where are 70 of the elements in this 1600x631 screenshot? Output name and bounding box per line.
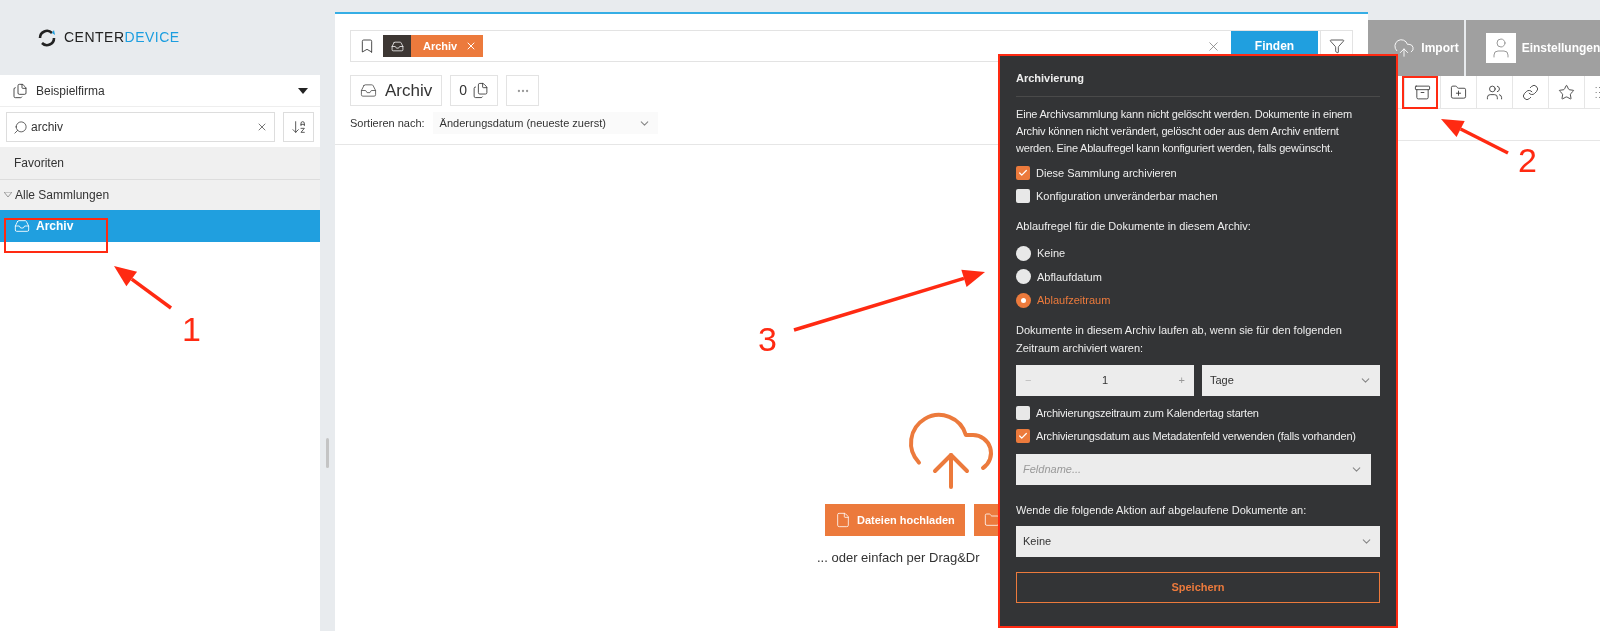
avatar xyxy=(1485,33,1516,63)
cloud-upload-icon xyxy=(1393,37,1416,59)
annotation-number: 3 xyxy=(758,322,777,356)
documents-icon xyxy=(12,82,28,99)
action-dropdown[interactable]: Keine xyxy=(1016,526,1380,557)
radio-button[interactable] xyxy=(1016,245,1031,261)
tray-icon xyxy=(14,218,30,234)
radio-button[interactable] xyxy=(1016,292,1031,308)
checkbox-label: Diese Sammlung archivieren xyxy=(1036,165,1177,181)
panel-title: Archivierung xyxy=(1016,71,1085,86)
file-upload-button[interactable]: Dateien hochladen xyxy=(825,504,965,536)
section-header[interactable]: Alle Sammlungen xyxy=(0,180,320,210)
annotation-number: 2 xyxy=(1518,143,1537,177)
folder-add-icon xyxy=(1450,83,1467,101)
people-icon xyxy=(1486,83,1503,101)
checkbox[interactable] xyxy=(1016,189,1030,204)
annotation-arrow xyxy=(1441,119,1509,155)
clear-icon[interactable] xyxy=(256,121,268,133)
panel-description: Eine Archivsammlung kann nicht gelöscht werden. Dokumente in einem Archiv können nicht verändert, gelöscht oder aus dem Archiv entfernt werden. Eine Ablaufregel kann konfiguriert werden, falls gewünscht. xyxy=(1016,106,1353,156)
folder-icon xyxy=(983,512,1000,528)
action-label: Wende die folgende Aktion auf abgelaufene Dokumente an: xyxy=(1016,502,1308,518)
search-text: archiv xyxy=(31,119,64,136)
search-icon xyxy=(13,119,28,135)
link-icon xyxy=(1522,83,1539,101)
checkbox-label: Archivierungsdatum aus Metadatenfeld verwenden (falls vorhanden) xyxy=(1036,429,1356,444)
radio-label: Abflaufdatum xyxy=(1037,269,1102,285)
annotation-number: 1 xyxy=(182,312,201,346)
sort-button[interactable] xyxy=(283,112,314,142)
save-button[interactable]: Speichern xyxy=(1016,572,1380,603)
radio-label: Keine xyxy=(1037,246,1066,261)
checkbox-label: Archivierungszeitraum zum Kalendertag starten xyxy=(1036,405,1259,421)
bookmark-icon[interactable] xyxy=(359,38,375,54)
checkbox[interactable] xyxy=(1016,165,1030,180)
highlight-frame xyxy=(1402,76,1438,109)
unit-dropdown[interactable]: Tage xyxy=(1202,364,1380,396)
settings-button[interactable]: Einstellungen xyxy=(1466,20,1600,76)
increment-control[interactable]: + xyxy=(1178,371,1185,389)
tray-icon xyxy=(390,39,404,53)
checkbox-label: Konfiguration unveränderbar machen xyxy=(1036,189,1218,204)
sort-icon xyxy=(290,119,307,135)
period-stepper[interactable]: − 1 + xyxy=(1016,364,1194,396)
caret-icon xyxy=(298,87,308,94)
logo-icon xyxy=(37,27,57,48)
sidebar-item[interactable]: Archiv xyxy=(0,210,320,242)
logo-text: CENTERDEVICE xyxy=(64,28,180,47)
document-count: 0 xyxy=(450,75,499,106)
file-icon xyxy=(835,512,851,528)
drag-drop-hint: ... oder einfach per Drag&Dr xyxy=(817,549,981,567)
search-field[interactable]: archiv xyxy=(6,112,275,142)
radio-label: Ablaufzeitraum xyxy=(1037,293,1111,308)
checkbox[interactable] xyxy=(1016,405,1030,420)
annotation-arrow xyxy=(114,266,173,310)
expand-icon xyxy=(4,192,12,198)
workspace-selector[interactable]: Beispielfirma xyxy=(0,75,320,107)
radio-button[interactable] xyxy=(1016,269,1031,285)
scrollbar-handle[interactable] xyxy=(326,438,329,468)
archive-icon xyxy=(1414,83,1431,101)
tray-icon xyxy=(360,82,377,99)
collection-title: Archiv xyxy=(350,75,443,106)
sort-label: Sortieren nach: xyxy=(350,115,425,131)
check-icon xyxy=(1018,431,1028,442)
sort-dropdown[interactable]: Änderungsdatum (neueste zuerst) xyxy=(432,112,658,134)
star-icon xyxy=(1558,83,1575,101)
documents-icon xyxy=(472,82,490,99)
rule-label: Ablaufregel für die Dokumente in diesem Archiv: xyxy=(1016,218,1252,234)
checkbox[interactable] xyxy=(1016,429,1030,444)
favorites-label[interactable]: Favoriten xyxy=(14,154,65,172)
period-label: Dokumente in diesem Archiv laufen ab, wenn sie für den folgenden Zeitraum archiviert waren: xyxy=(1016,322,1343,356)
field-name-dropdown[interactable]: Feldname... xyxy=(1016,453,1371,485)
check-icon xyxy=(1018,167,1028,178)
